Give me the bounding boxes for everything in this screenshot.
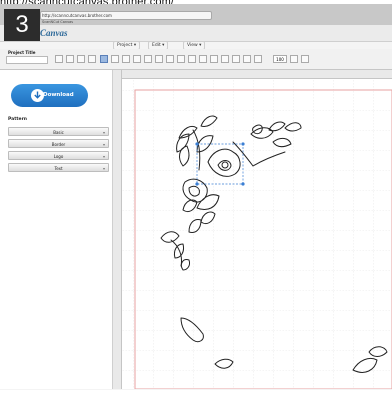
category-label: Border [51,142,66,147]
ruler-top [113,70,392,79]
new-icon[interactable] [55,55,63,63]
zoom-stepper-icon[interactable] [290,55,298,63]
print-icon[interactable] [88,55,96,63]
selection-handle [195,182,199,186]
canvas-svg [121,78,392,390]
zoom-icon[interactable] [301,55,309,63]
intersect-icon[interactable] [166,55,174,63]
browser-bar: http://scanncutcanvas.brother.com ScanNC… [0,4,392,25]
app-logo: Canvas [40,28,68,38]
draw-icon[interactable] [122,55,130,63]
text-icon[interactable] [232,55,240,63]
ellipse-icon[interactable] [221,55,229,63]
subtract-icon[interactable] [177,55,185,63]
selection-handle [241,142,245,146]
chevron-down-icon: ▾ [102,130,105,135]
unite-icon[interactable] [155,55,163,63]
menu-bar: Project ▾ Edit ▾ View ▾ [0,41,392,50]
grid-icon[interactable] [254,55,262,63]
curve-icon[interactable] [111,55,119,63]
chevron-down-icon: ▾ [102,166,105,171]
pattern-label: Pattern [8,117,27,122]
category-label: Basic [53,130,64,135]
pattern-category-text[interactable]: Text ▾ [8,163,109,172]
design-canvas[interactable] [113,70,392,390]
pattern-category-logo[interactable]: Logo ▾ [8,151,109,160]
category-label: Text [54,166,63,171]
browser-tab-text: ScanNCut Canvas [42,20,74,24]
zoom-input[interactable]: 100 [273,55,287,63]
open-icon[interactable] [66,55,74,63]
ruler-left [113,70,122,389]
select-icon[interactable] [100,55,108,63]
align-icon[interactable] [199,55,207,63]
project-title-label: Project Title [8,50,36,55]
save-icon[interactable] [77,55,85,63]
download-label: Download [43,92,74,98]
pattern-category-border[interactable]: Border ▾ [8,139,109,148]
download-icon [31,89,44,102]
image-icon[interactable] [243,55,251,63]
rect-icon[interactable] [210,55,218,63]
chevron-down-icon: ▾ [102,142,105,147]
pattern-category-basic[interactable]: Basic ▾ [8,127,109,136]
weld-icon[interactable] [144,55,152,63]
browser-url-text: http://scanncutcanvas.brother.com [42,13,112,18]
step-badge: 3 [4,9,40,41]
download-button[interactable]: Download [11,84,88,107]
project-title-input[interactable] [6,56,48,64]
selection-handle [195,142,199,146]
group-icon[interactable] [188,55,196,63]
pen-icon[interactable] [133,55,141,63]
chevron-down-icon: ▾ [102,154,105,159]
selection-handle [241,182,245,186]
category-label: Logo [53,154,64,159]
